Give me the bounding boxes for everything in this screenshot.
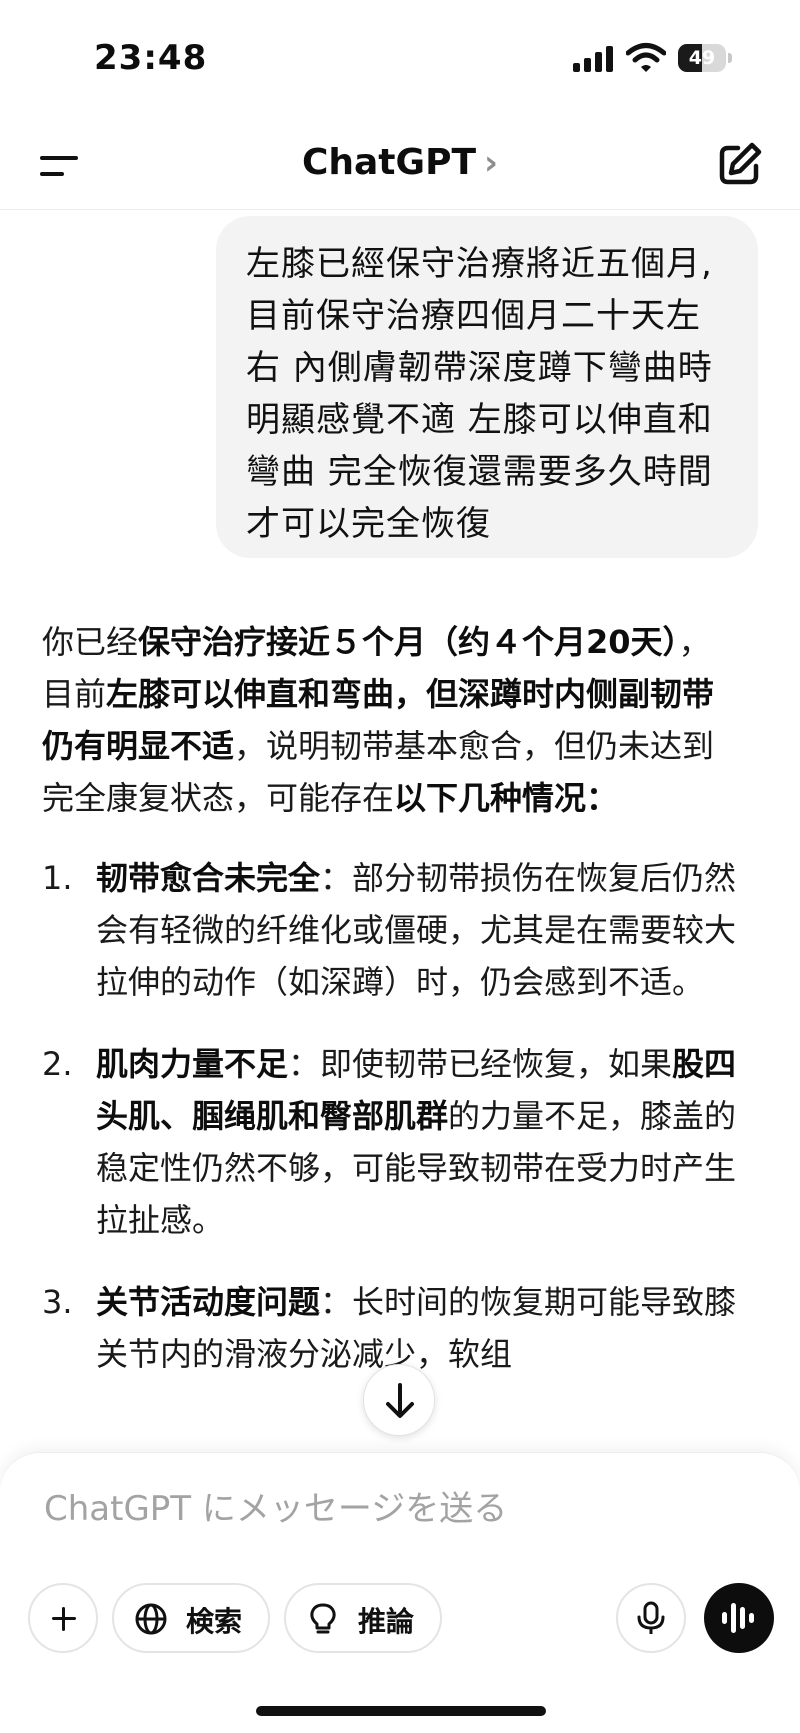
page-title: ChatGPT [301,142,477,183]
list-item-body: 韧带愈合未完全：部分韧带损伤在恢复后仍然会有轻微的纤维化或僵硬，尤其是在需要较大… [96,852,742,1008]
list-item: 1. 韧带愈合未完全：部分韧带损伤在恢复后仍然会有轻微的纤维化或僵硬，尤其是在需要… [42,852,742,1008]
model-selector[interactable]: ChatGPT › [0,142,800,183]
voice-wave-icon [722,1603,754,1633]
list-number: 1. [42,859,73,897]
status-time: 23:48 [94,38,208,78]
lightbulb-icon [310,1603,336,1634]
attach-button[interactable] [28,1583,98,1653]
battery-cap [728,53,732,63]
assistant-list: 1. 韧带愈合未完全：部分韧带损伤在恢复后仍然会有轻微的纤维化或僵硬，尤其是在需要… [42,852,742,1380]
text-span: 你已经 [42,623,139,661]
dictate-button[interactable] [616,1583,686,1653]
assistant-message: 你已经保守治疗接近５个月（约４个月20天），目前左膝可以伸直和弯曲，但深蹲时内侧… [42,616,742,1410]
reason-button[interactable]: 推論 [284,1583,442,1653]
search-button[interactable]: 検索 [112,1583,270,1653]
battery-indicator: 49 [678,44,732,72]
chat-header: ChatGPT › [0,118,800,210]
user-message-bubble: 左膝已經保守治療將近五個月, 目前保守治療四個月二十天左 右 內側膚韌帶深度蹲下… [216,216,758,558]
status-bar: 23:48 49 [0,0,800,118]
user-message-text: 左膝已經保守治療將近五個月, 目前保守治療四個月二十天左 右 內側膚韌帶深度蹲下… [246,244,713,544]
search-button-label: 検索 [186,1605,243,1638]
bold-text: 以下几种情况： [394,779,619,817]
list-item-body: 肌肉力量不足：即使韧带已经恢复，如果股四头肌、腘绳肌和臀部肌群的力量不足，膝盖的… [96,1038,742,1246]
reason-button-label: 推論 [358,1605,415,1638]
battery-body: 49 [678,44,726,72]
globe-icon [135,1603,167,1635]
bold-text: 关节活动度问题 [96,1283,321,1321]
wifi-icon [626,43,666,72]
bold-text: 韧带愈合未完全 [96,859,321,897]
chevron-right-icon: › [484,143,499,183]
message-input[interactable] [44,1479,744,1539]
list-number: 3. [42,1283,73,1321]
message-composer: 検索 推論 [0,1452,800,1733]
mic-icon [637,1601,665,1634]
new-chat-button[interactable] [714,140,764,190]
bold-text: 保守治疗接近５个月（约４个月20天） [138,623,679,661]
list-number: 2. [42,1045,73,1083]
home-indicator [256,1706,546,1716]
arrow-down-icon [386,1383,414,1418]
scroll-to-bottom-button[interactable] [363,1364,435,1436]
assistant-intro: 你已经保守治疗接近５个月（约４个月20天），目前左膝可以伸直和弯曲，但深蹲时内侧… [42,616,742,824]
edit-icon [719,142,762,185]
cellular-signal-icon [573,46,613,72]
bold-text: 肌肉力量不足 [96,1045,289,1083]
text-span: ：即使韧带已经恢复，如果 [288,1045,673,1083]
list-item: 2. 肌肉力量不足：即使韧带已经恢复，如果股四头肌、腘绳肌和臀部肌群的力量不足，膝… [42,1038,742,1246]
voice-mode-button[interactable] [704,1583,774,1653]
battery-level-text: 49 [688,47,716,69]
